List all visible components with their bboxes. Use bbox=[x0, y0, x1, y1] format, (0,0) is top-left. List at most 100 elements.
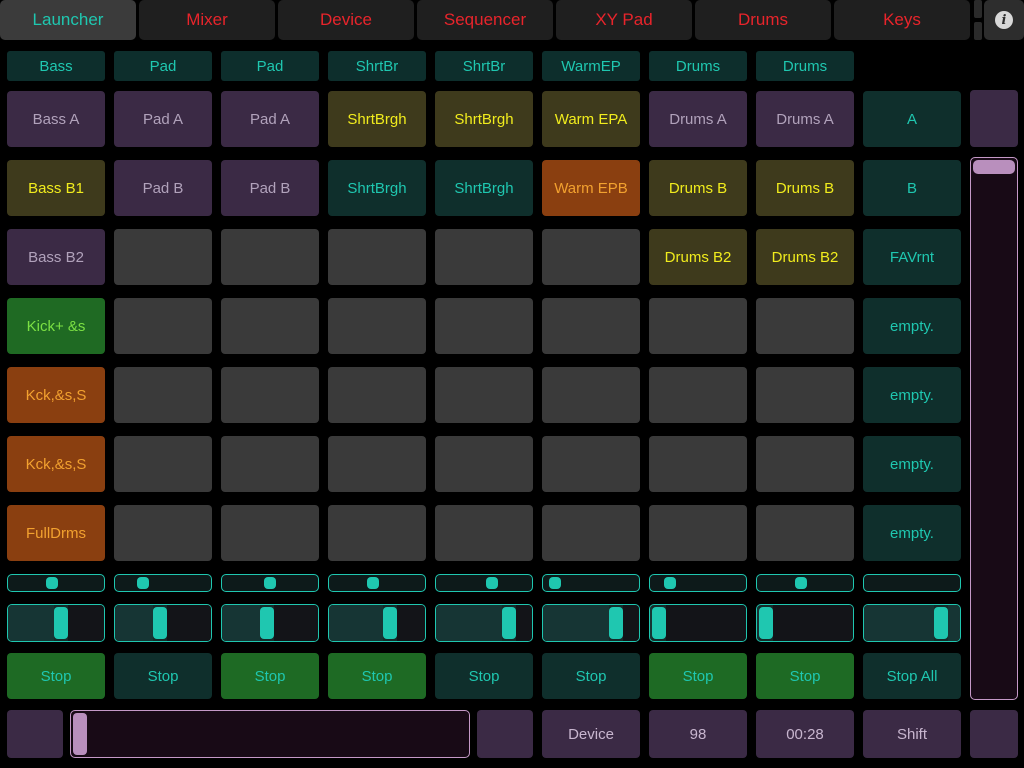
tab-drums[interactable]: Drums bbox=[695, 0, 831, 40]
empty-clip-slot[interactable] bbox=[221, 298, 319, 354]
stop-button[interactable]: Stop bbox=[114, 653, 212, 699]
empty-clip-slot[interactable] bbox=[542, 229, 640, 285]
pan-slider-handle[interactable] bbox=[795, 577, 807, 589]
empty-clip-slot[interactable] bbox=[221, 367, 319, 423]
clip-slot[interactable]: Pad A bbox=[114, 91, 212, 147]
scene-launch-button[interactable]: empty. bbox=[863, 505, 961, 561]
clip-slot[interactable]: ShrtBrgh bbox=[328, 160, 426, 216]
clip-slot[interactable]: ShrtBrgh bbox=[328, 91, 426, 147]
scene-launch-button[interactable]: FAVrnt bbox=[863, 229, 961, 285]
empty-clip-slot[interactable] bbox=[756, 298, 854, 354]
track-header[interactable]: Bass bbox=[7, 51, 105, 81]
empty-clip-slot[interactable] bbox=[756, 367, 854, 423]
tab-xy-pad[interactable]: XY Pad bbox=[556, 0, 692, 40]
empty-clip-slot[interactable] bbox=[435, 229, 533, 285]
volume-fader[interactable] bbox=[649, 604, 747, 642]
stop-button[interactable]: Stop bbox=[328, 653, 426, 699]
empty-clip-slot[interactable] bbox=[649, 298, 747, 354]
stop-button[interactable]: Stop bbox=[435, 653, 533, 699]
track-header[interactable]: ShrtBr bbox=[328, 51, 426, 81]
clip-slot[interactable]: Drums B bbox=[756, 160, 854, 216]
clip-slot[interactable]: Bass B1 bbox=[7, 160, 105, 216]
corner-button[interactable] bbox=[970, 710, 1018, 758]
vertical-scrollbar[interactable] bbox=[970, 157, 1018, 700]
empty-clip-slot[interactable] bbox=[114, 229, 212, 285]
info-button[interactable]: i bbox=[984, 0, 1024, 40]
empty-clip-slot[interactable] bbox=[756, 436, 854, 492]
empty-clip-slot[interactable] bbox=[435, 298, 533, 354]
empty-clip-slot[interactable] bbox=[542, 436, 640, 492]
track-header[interactable]: Pad bbox=[221, 51, 319, 81]
empty-clip-slot[interactable] bbox=[328, 298, 426, 354]
scene-launch-button[interactable]: B bbox=[863, 160, 961, 216]
scroll-right-button[interactable] bbox=[477, 710, 533, 758]
empty-clip-slot[interactable] bbox=[328, 229, 426, 285]
volume-fader-handle[interactable] bbox=[54, 607, 68, 639]
clip-slot[interactable]: Kck,&s,S bbox=[7, 367, 105, 423]
empty-clip-slot[interactable] bbox=[328, 436, 426, 492]
pan-slider[interactable] bbox=[328, 574, 426, 592]
empty-clip-slot[interactable] bbox=[114, 298, 212, 354]
tab-keys[interactable]: Keys bbox=[834, 0, 970, 40]
pan-slider[interactable] bbox=[7, 574, 105, 592]
stop-button[interactable]: Stop bbox=[221, 653, 319, 699]
tab-launcher[interactable]: Launcher bbox=[0, 0, 136, 40]
clip-slot[interactable]: Bass A bbox=[7, 91, 105, 147]
empty-clip-slot[interactable] bbox=[756, 505, 854, 561]
empty-clip-slot[interactable] bbox=[649, 505, 747, 561]
clip-slot[interactable]: ShrtBrgh bbox=[435, 91, 533, 147]
pan-slider-handle[interactable] bbox=[367, 577, 379, 589]
clip-slot[interactable]: Kick+ &s bbox=[7, 298, 105, 354]
scroll-up-button[interactable] bbox=[970, 90, 1018, 147]
clip-slot[interactable]: Pad B bbox=[114, 160, 212, 216]
volume-fader-handle[interactable] bbox=[383, 607, 397, 639]
pan-slider-handle[interactable] bbox=[137, 577, 149, 589]
clip-slot[interactable]: Drums A bbox=[649, 91, 747, 147]
stop-button[interactable]: Stop bbox=[542, 653, 640, 699]
track-header[interactable]: Pad bbox=[114, 51, 212, 81]
pan-slider[interactable] bbox=[221, 574, 319, 592]
pan-slider-handle[interactable] bbox=[664, 577, 676, 589]
volume-fader[interactable] bbox=[114, 604, 212, 642]
volume-fader[interactable] bbox=[435, 604, 533, 642]
device-button[interactable]: Device bbox=[542, 710, 640, 758]
empty-clip-slot[interactable] bbox=[221, 436, 319, 492]
track-header[interactable]: WarmEP bbox=[542, 51, 640, 81]
shift-button[interactable]: Shift bbox=[863, 710, 961, 758]
volume-fader-handle[interactable] bbox=[609, 607, 623, 639]
clip-slot[interactable]: Warm EPA bbox=[542, 91, 640, 147]
pan-slider-handle[interactable] bbox=[46, 577, 58, 589]
empty-clip-slot[interactable] bbox=[114, 505, 212, 561]
tab-device[interactable]: Device bbox=[278, 0, 414, 40]
tab-mixer[interactable]: Mixer bbox=[139, 0, 275, 40]
empty-clip-slot[interactable] bbox=[328, 505, 426, 561]
clip-slot[interactable]: Pad A bbox=[221, 91, 319, 147]
stop-all-button[interactable]: Stop All bbox=[863, 653, 961, 699]
tab-sequencer[interactable]: Sequencer bbox=[417, 0, 553, 40]
pan-slider[interactable] bbox=[114, 574, 212, 592]
scene-launch-button[interactable]: empty. bbox=[863, 367, 961, 423]
volume-fader-handle[interactable] bbox=[502, 607, 516, 639]
empty-clip-slot[interactable] bbox=[114, 367, 212, 423]
clip-slot[interactable]: FullDrms bbox=[7, 505, 105, 561]
stop-button[interactable]: Stop bbox=[7, 653, 105, 699]
volume-fader[interactable] bbox=[7, 604, 105, 642]
pan-slider-handle[interactable] bbox=[549, 577, 561, 589]
scene-launch-button[interactable]: empty. bbox=[863, 436, 961, 492]
empty-clip-slot[interactable] bbox=[649, 436, 747, 492]
clip-slot[interactable]: Bass B2 bbox=[7, 229, 105, 285]
volume-fader-handle[interactable] bbox=[759, 607, 773, 639]
volume-fader[interactable] bbox=[542, 604, 640, 642]
scene-launch-button[interactable]: empty. bbox=[863, 298, 961, 354]
volume-fader-handle[interactable] bbox=[652, 607, 666, 639]
clip-slot[interactable]: Drums A bbox=[756, 91, 854, 147]
stop-button[interactable]: Stop bbox=[756, 653, 854, 699]
horizontal-scrollbar-thumb[interactable] bbox=[73, 713, 87, 755]
horizontal-scrollbar[interactable] bbox=[70, 710, 470, 758]
empty-clip-slot[interactable] bbox=[435, 505, 533, 561]
clip-slot[interactable]: Drums B2 bbox=[649, 229, 747, 285]
clip-slot[interactable]: Warm EPB bbox=[542, 160, 640, 216]
volume-fader[interactable] bbox=[756, 604, 854, 642]
empty-clip-slot[interactable] bbox=[435, 436, 533, 492]
volume-fader-handle[interactable] bbox=[260, 607, 274, 639]
